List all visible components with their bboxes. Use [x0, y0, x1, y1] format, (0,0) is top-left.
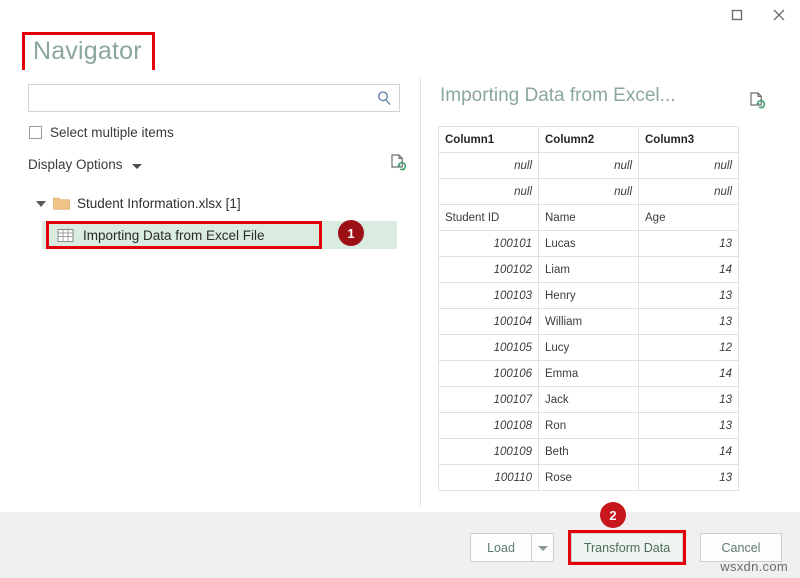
chevron-down-icon	[538, 546, 548, 551]
table-row: 100109Beth14	[439, 439, 739, 465]
table-cell: 100106	[439, 361, 539, 387]
display-options-label: Display Options	[28, 157, 123, 172]
table-cell: Student ID	[439, 205, 539, 231]
table-cell: 14	[639, 257, 739, 283]
annotation-badge-1: 1	[338, 220, 364, 246]
chevron-down-icon	[132, 164, 142, 169]
table-cell: null	[439, 179, 539, 205]
search-box[interactable]	[28, 84, 400, 112]
select-multiple-items-label: Select multiple items	[50, 125, 174, 140]
refresh-button-left[interactable]	[387, 152, 409, 174]
table-cell: 100108	[439, 413, 539, 439]
table-cell: 13	[639, 231, 739, 257]
table-cell: Age	[639, 205, 739, 231]
table-cell: 100101	[439, 231, 539, 257]
maximize-button[interactable]	[716, 0, 758, 30]
table-cell: 13	[639, 387, 739, 413]
table-cell: William	[539, 309, 639, 335]
load-button[interactable]: Load	[470, 533, 532, 562]
table-header-row: Column1 Column2 Column3	[439, 127, 739, 153]
table-row: 100103Henry13	[439, 283, 739, 309]
transform-data-button[interactable]: Transform Data	[571, 533, 683, 562]
transform-data-annotation: Transform Data	[568, 530, 686, 565]
watermark: wsxdn.com	[720, 559, 788, 574]
table-cell: null	[639, 153, 739, 179]
search-icon	[369, 85, 399, 111]
table-row: 100110Rose13	[439, 465, 739, 491]
table-row: nullnullnull	[439, 179, 739, 205]
tree-root-student-information[interactable]: Student Information.xlsx [1]	[28, 192, 408, 214]
close-icon	[771, 7, 787, 23]
column-header[interactable]: Column1	[439, 127, 539, 153]
table-cell: 13	[639, 465, 739, 491]
table-cell: Henry	[539, 283, 639, 309]
display-options-dropdown[interactable]: Display Options	[28, 157, 142, 172]
preview-table: Column1 Column2 Column3 nullnullnullnull…	[438, 126, 739, 491]
folder-icon	[53, 196, 70, 210]
table-row: 100102Liam14	[439, 257, 739, 283]
title-bar	[0, 0, 800, 30]
table-cell: 13	[639, 413, 739, 439]
annotation-badge-2: 2	[600, 502, 626, 528]
table-cell: 14	[639, 361, 739, 387]
table-cell: 13	[639, 283, 739, 309]
refresh-button-preview[interactable]	[746, 90, 768, 112]
table-cell: 100105	[439, 335, 539, 361]
tree-item-label: Importing Data from Excel File	[83, 228, 265, 243]
window-controls	[716, 0, 800, 30]
expand-triangle-icon[interactable]	[36, 201, 46, 207]
table-cell: null	[539, 153, 639, 179]
table-row: 100105Lucy12	[439, 335, 739, 361]
table-cell: Name	[539, 205, 639, 231]
table-cell: 13	[639, 309, 739, 335]
table-cell: 100103	[439, 283, 539, 309]
table-row: 100106Emma14	[439, 361, 739, 387]
table-cell: null	[439, 153, 539, 179]
table-row: nullnullnull	[439, 153, 739, 179]
page-title: Navigator	[25, 35, 152, 70]
table-cell: Lucas	[539, 231, 639, 257]
table-cell: null	[639, 179, 739, 205]
load-dropdown-button[interactable]	[532, 533, 554, 562]
preview-table-body: nullnullnullnullnullnullStudent IDNameAg…	[439, 153, 739, 491]
table-cell: 100102	[439, 257, 539, 283]
table-cell: Beth	[539, 439, 639, 465]
search-input[interactable]	[29, 85, 369, 111]
close-button[interactable]	[758, 0, 800, 30]
refresh-icon	[387, 152, 409, 174]
tree-item-importing-data-from-excel-file[interactable]: Importing Data from Excel File	[46, 221, 322, 249]
table-cell: null	[539, 179, 639, 205]
table-cell: 100107	[439, 387, 539, 413]
table-row: 100108Ron13	[439, 413, 739, 439]
table-cell: Rose	[539, 465, 639, 491]
table-row: Student IDNameAge	[439, 205, 739, 231]
table-row: 100107Jack13	[439, 387, 739, 413]
table-cell: 100109	[439, 439, 539, 465]
table-cell: Liam	[539, 257, 639, 283]
table-cell: 12	[639, 335, 739, 361]
column-header[interactable]: Column2	[539, 127, 639, 153]
maximize-icon	[730, 8, 744, 22]
refresh-icon	[746, 90, 768, 112]
page-title-annotation: Navigator	[22, 32, 155, 73]
select-multiple-items-row[interactable]: Select multiple items	[29, 125, 174, 140]
table-cell: Emma	[539, 361, 639, 387]
table-cell: 100110	[439, 465, 539, 491]
column-header[interactable]: Column3	[639, 127, 739, 153]
table-row: 100101Lucas13	[439, 231, 739, 257]
tree-root-label: Student Information.xlsx [1]	[77, 196, 241, 211]
table-cell: Jack	[539, 387, 639, 413]
table-cell: 14	[639, 439, 739, 465]
table-cell: Lucy	[539, 335, 639, 361]
table-cell: 100104	[439, 309, 539, 335]
navigator-dialog: Navigator Select multiple items Display …	[0, 0, 800, 578]
worksheet-icon	[57, 228, 74, 243]
table-cell: Ron	[539, 413, 639, 439]
select-multiple-items-checkbox[interactable]	[29, 126, 42, 139]
cancel-button[interactable]: Cancel	[700, 533, 782, 562]
preview-title: Importing Data from Excel...	[440, 85, 675, 107]
dialog-footer: Load Transform Data Cancel	[0, 512, 800, 578]
table-row: 100104William13	[439, 309, 739, 335]
